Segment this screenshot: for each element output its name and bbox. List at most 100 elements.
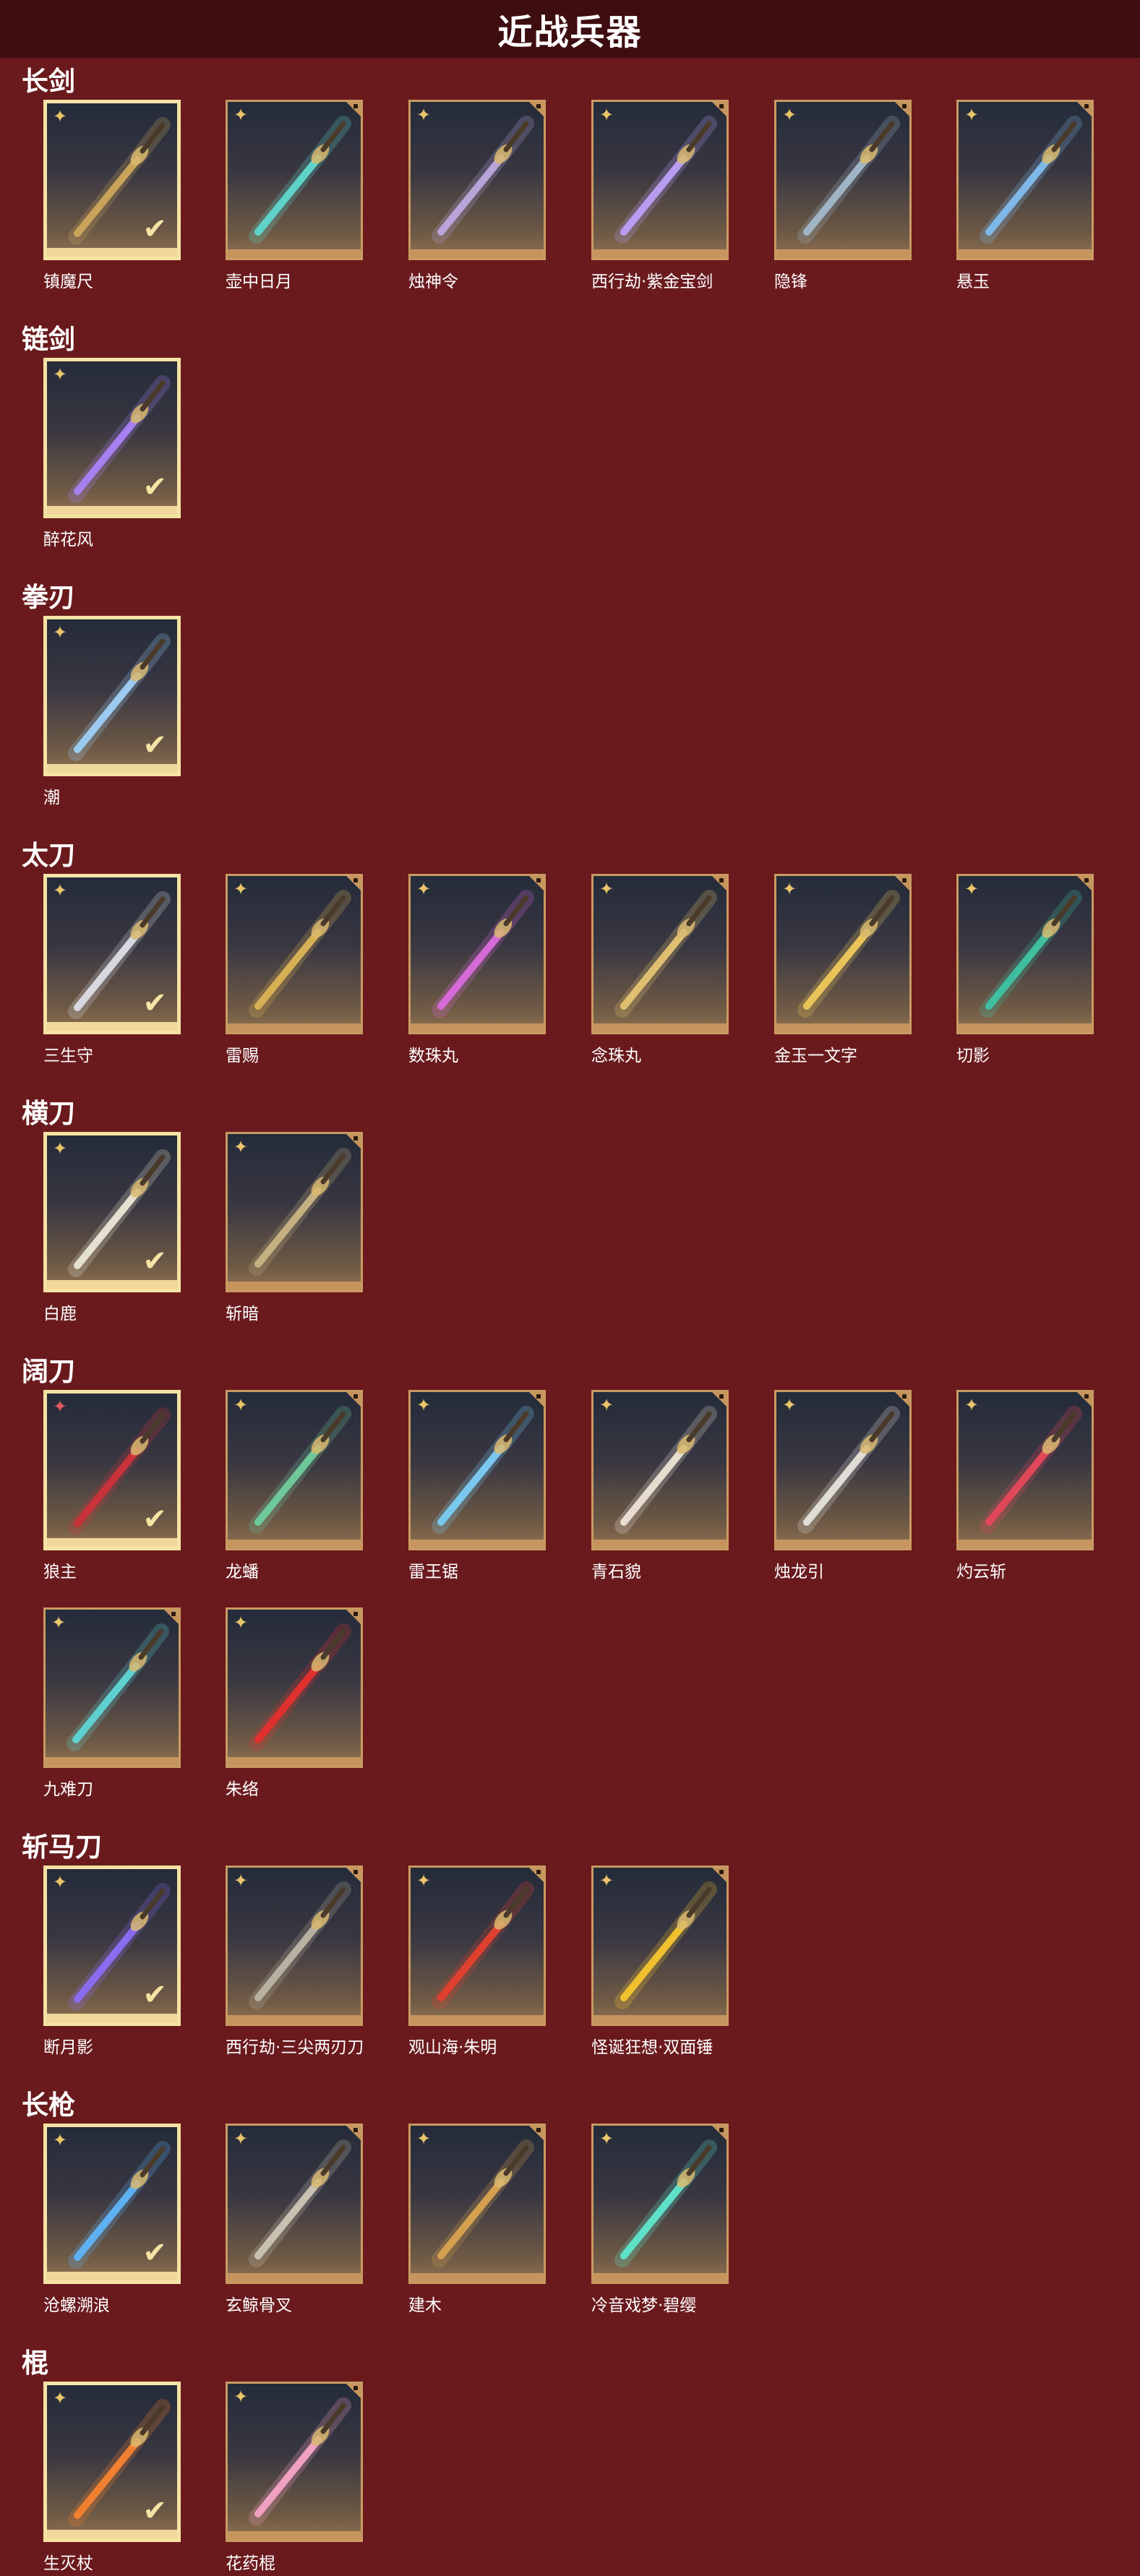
corner-mark bbox=[1084, 1394, 1089, 1399]
weapon-name: 花药棍 bbox=[226, 2554, 275, 2573]
thumbnail-bottom-bar bbox=[593, 249, 727, 258]
weapon-card[interactable]: ✦ 冷音戏梦·碧缨 bbox=[591, 2124, 729, 2318]
weapon-card[interactable]: ✦ 青石貌 bbox=[591, 1390, 729, 1584]
weapon-thumbnail: ✦ ✔ bbox=[43, 2124, 181, 2284]
weapon-card[interactable]: ✦ 念珠丸 bbox=[591, 874, 729, 1068]
weapon-thumbnail: ✦ bbox=[956, 1390, 1094, 1550]
weapon-card[interactable]: ✦ 切影 bbox=[956, 874, 1094, 1068]
sparkle-icon: ✦ bbox=[599, 879, 614, 899]
weapon-card[interactable]: ✦ ✔ 白鹿 bbox=[43, 1132, 181, 1326]
weapon-card[interactable]: ✦ 金玉一文字 bbox=[774, 874, 912, 1068]
weapon-card[interactable]: ✦ 西行劫·紫金宝剑 bbox=[591, 100, 729, 294]
weapon-name: 建木 bbox=[408, 2296, 442, 2315]
corner-mark bbox=[353, 1394, 358, 1399]
weapon-thumbnail: ✦ bbox=[226, 100, 363, 260]
sparkle-icon: ✦ bbox=[416, 1395, 432, 1415]
weapon-card[interactable]: ✦ 隐锋 bbox=[774, 100, 912, 294]
weapon-name: 灼云斩 bbox=[956, 1563, 1006, 1581]
thumbnail-bottom-bar bbox=[959, 1023, 1092, 1032]
weapon-card[interactable]: ✦ 悬玉 bbox=[956, 100, 1094, 294]
thumbnail-bottom-bar bbox=[959, 249, 1092, 258]
sparkle-icon: ✦ bbox=[599, 1395, 614, 1415]
corner-mark bbox=[353, 1612, 358, 1616]
weapon-card[interactable]: ✦ ✔ 断月影 bbox=[43, 1866, 181, 2060]
weapon-card[interactable]: ✦ 观山海·朱明 bbox=[408, 1866, 546, 2060]
weapon-card[interactable]: ✦ 九难刀 bbox=[43, 1607, 181, 1802]
weapon-thumbnail: ✦ ✔ bbox=[43, 358, 181, 518]
thumbnail-bottom-bar bbox=[228, 2531, 361, 2540]
sparkle-icon: ✦ bbox=[416, 879, 432, 899]
weapon-name: 断月影 bbox=[43, 2038, 93, 2057]
corner-mark bbox=[353, 1136, 358, 1141]
weapon-thumbnail: ✦ bbox=[226, 874, 363, 1034]
weapon-card[interactable]: ✦ ✔ 三生守 bbox=[43, 874, 181, 1068]
weapon-name: 壶中日月 bbox=[226, 272, 292, 291]
corner-mark bbox=[353, 1870, 358, 1874]
thumbnail-bottom-bar bbox=[47, 2272, 177, 2280]
weapon-card[interactable]: ✦ 西行劫·三尖两刃刀 bbox=[226, 1866, 364, 2060]
weapon-card[interactable]: ✦ 建木 bbox=[408, 2124, 546, 2318]
corner-mark bbox=[719, 1870, 724, 1874]
weapon-card[interactable]: ✦ 数珠丸 bbox=[408, 874, 546, 1068]
sparkle-icon: ✦ bbox=[53, 1396, 68, 1417]
thumbnail-bottom-bar bbox=[776, 249, 909, 258]
thumbnail-bottom-bar bbox=[776, 1023, 909, 1032]
weapon-card[interactable]: ✦ 烛龙引 bbox=[774, 1390, 912, 1584]
weapon-image bbox=[432, 1881, 534, 2009]
corner-mark bbox=[536, 878, 541, 883]
weapon-card[interactable]: ✦ 灼云斩 bbox=[956, 1390, 1094, 1584]
corner-mark bbox=[1084, 104, 1089, 108]
weapon-name: 切影 bbox=[956, 1047, 990, 1065]
weapon-image bbox=[249, 1881, 351, 2009]
sparkle-icon: ✦ bbox=[53, 1138, 68, 1159]
corner-mark bbox=[536, 104, 541, 108]
thumbnail-bottom-bar bbox=[46, 1757, 179, 1766]
weapon-card[interactable]: ✦ 玄鲸骨叉 bbox=[226, 2124, 363, 2318]
sparkle-icon: ✦ bbox=[233, 2129, 249, 2149]
weapon-card[interactable]: ✦ ✔ 镇魔尺 bbox=[43, 100, 181, 294]
category-title: 太刀 bbox=[22, 840, 75, 871]
sparkle-icon: ✦ bbox=[416, 105, 432, 125]
thumbnail-bottom-bar bbox=[228, 1023, 361, 1032]
weapon-card[interactable]: ✦ ✔ 醉花风 bbox=[43, 358, 181, 552]
weapon-card[interactable]: ✦ 龙蟠 bbox=[226, 1390, 363, 1584]
weapon-thumbnail: ✦ bbox=[591, 1390, 729, 1550]
sparkle-icon: ✦ bbox=[53, 1872, 68, 1892]
weapon-thumbnail: ✦ bbox=[774, 1390, 912, 1550]
weapon-image bbox=[249, 2397, 351, 2525]
thumbnail-bottom-bar bbox=[228, 2015, 361, 2024]
weapon-name: 西行劫·三尖两刃刀 bbox=[226, 2038, 364, 2057]
weapon-card[interactable]: ✦ 壶中日月 bbox=[226, 100, 363, 294]
weapon-image bbox=[249, 890, 351, 1018]
weapon-image bbox=[797, 1406, 900, 1534]
weapon-image bbox=[614, 1881, 717, 2009]
sparkle-icon: ✦ bbox=[53, 2130, 68, 2150]
weapon-image bbox=[614, 2139, 717, 2267]
corner-mark bbox=[719, 104, 724, 108]
weapon-card[interactable]: ✦ 怪诞狂想·双面锤 bbox=[591, 1866, 729, 2060]
corner-mark bbox=[1084, 878, 1089, 883]
weapon-name: 斩暗 bbox=[226, 1305, 259, 1323]
checkmark-icon: ✔ bbox=[142, 987, 167, 1020]
sparkle-icon: ✦ bbox=[416, 1871, 432, 1891]
weapon-card[interactable]: ✦ 朱络 bbox=[226, 1607, 363, 1802]
weapon-image bbox=[980, 890, 1082, 1018]
weapon-card[interactable]: ✦ ✔ 狼主 bbox=[43, 1390, 181, 1584]
corner-mark bbox=[536, 1870, 541, 1874]
thumbnail-bottom-bar bbox=[47, 2014, 177, 2022]
weapon-name: 镇魔尺 bbox=[43, 272, 93, 291]
weapon-image bbox=[797, 116, 900, 244]
weapon-card[interactable]: ✦ 花药棍 bbox=[226, 2382, 363, 2576]
sparkle-icon: ✦ bbox=[53, 106, 68, 126]
weapon-card[interactable]: ✦ ✔ 潮 bbox=[43, 616, 181, 810]
weapon-card[interactable]: ✦ ✔ 沧螺溯浪 bbox=[43, 2124, 181, 2318]
weapon-card[interactable]: ✦ 烛神令 bbox=[408, 100, 546, 294]
weapon-card[interactable]: ✦ 斩暗 bbox=[226, 1132, 363, 1326]
weapon-name: 九难刀 bbox=[43, 1780, 93, 1799]
weapon-name: 雷赐 bbox=[226, 1047, 259, 1065]
weapon-thumbnail: ✦ bbox=[774, 874, 912, 1034]
weapon-card[interactable]: ✦ 雷王锯 bbox=[408, 1390, 546, 1584]
weapon-card[interactable]: ✦ 雷赐 bbox=[226, 874, 363, 1068]
corner-mark bbox=[902, 104, 907, 108]
weapon-card[interactable]: ✦ ✔ 生灭杖 bbox=[43, 2382, 181, 2576]
